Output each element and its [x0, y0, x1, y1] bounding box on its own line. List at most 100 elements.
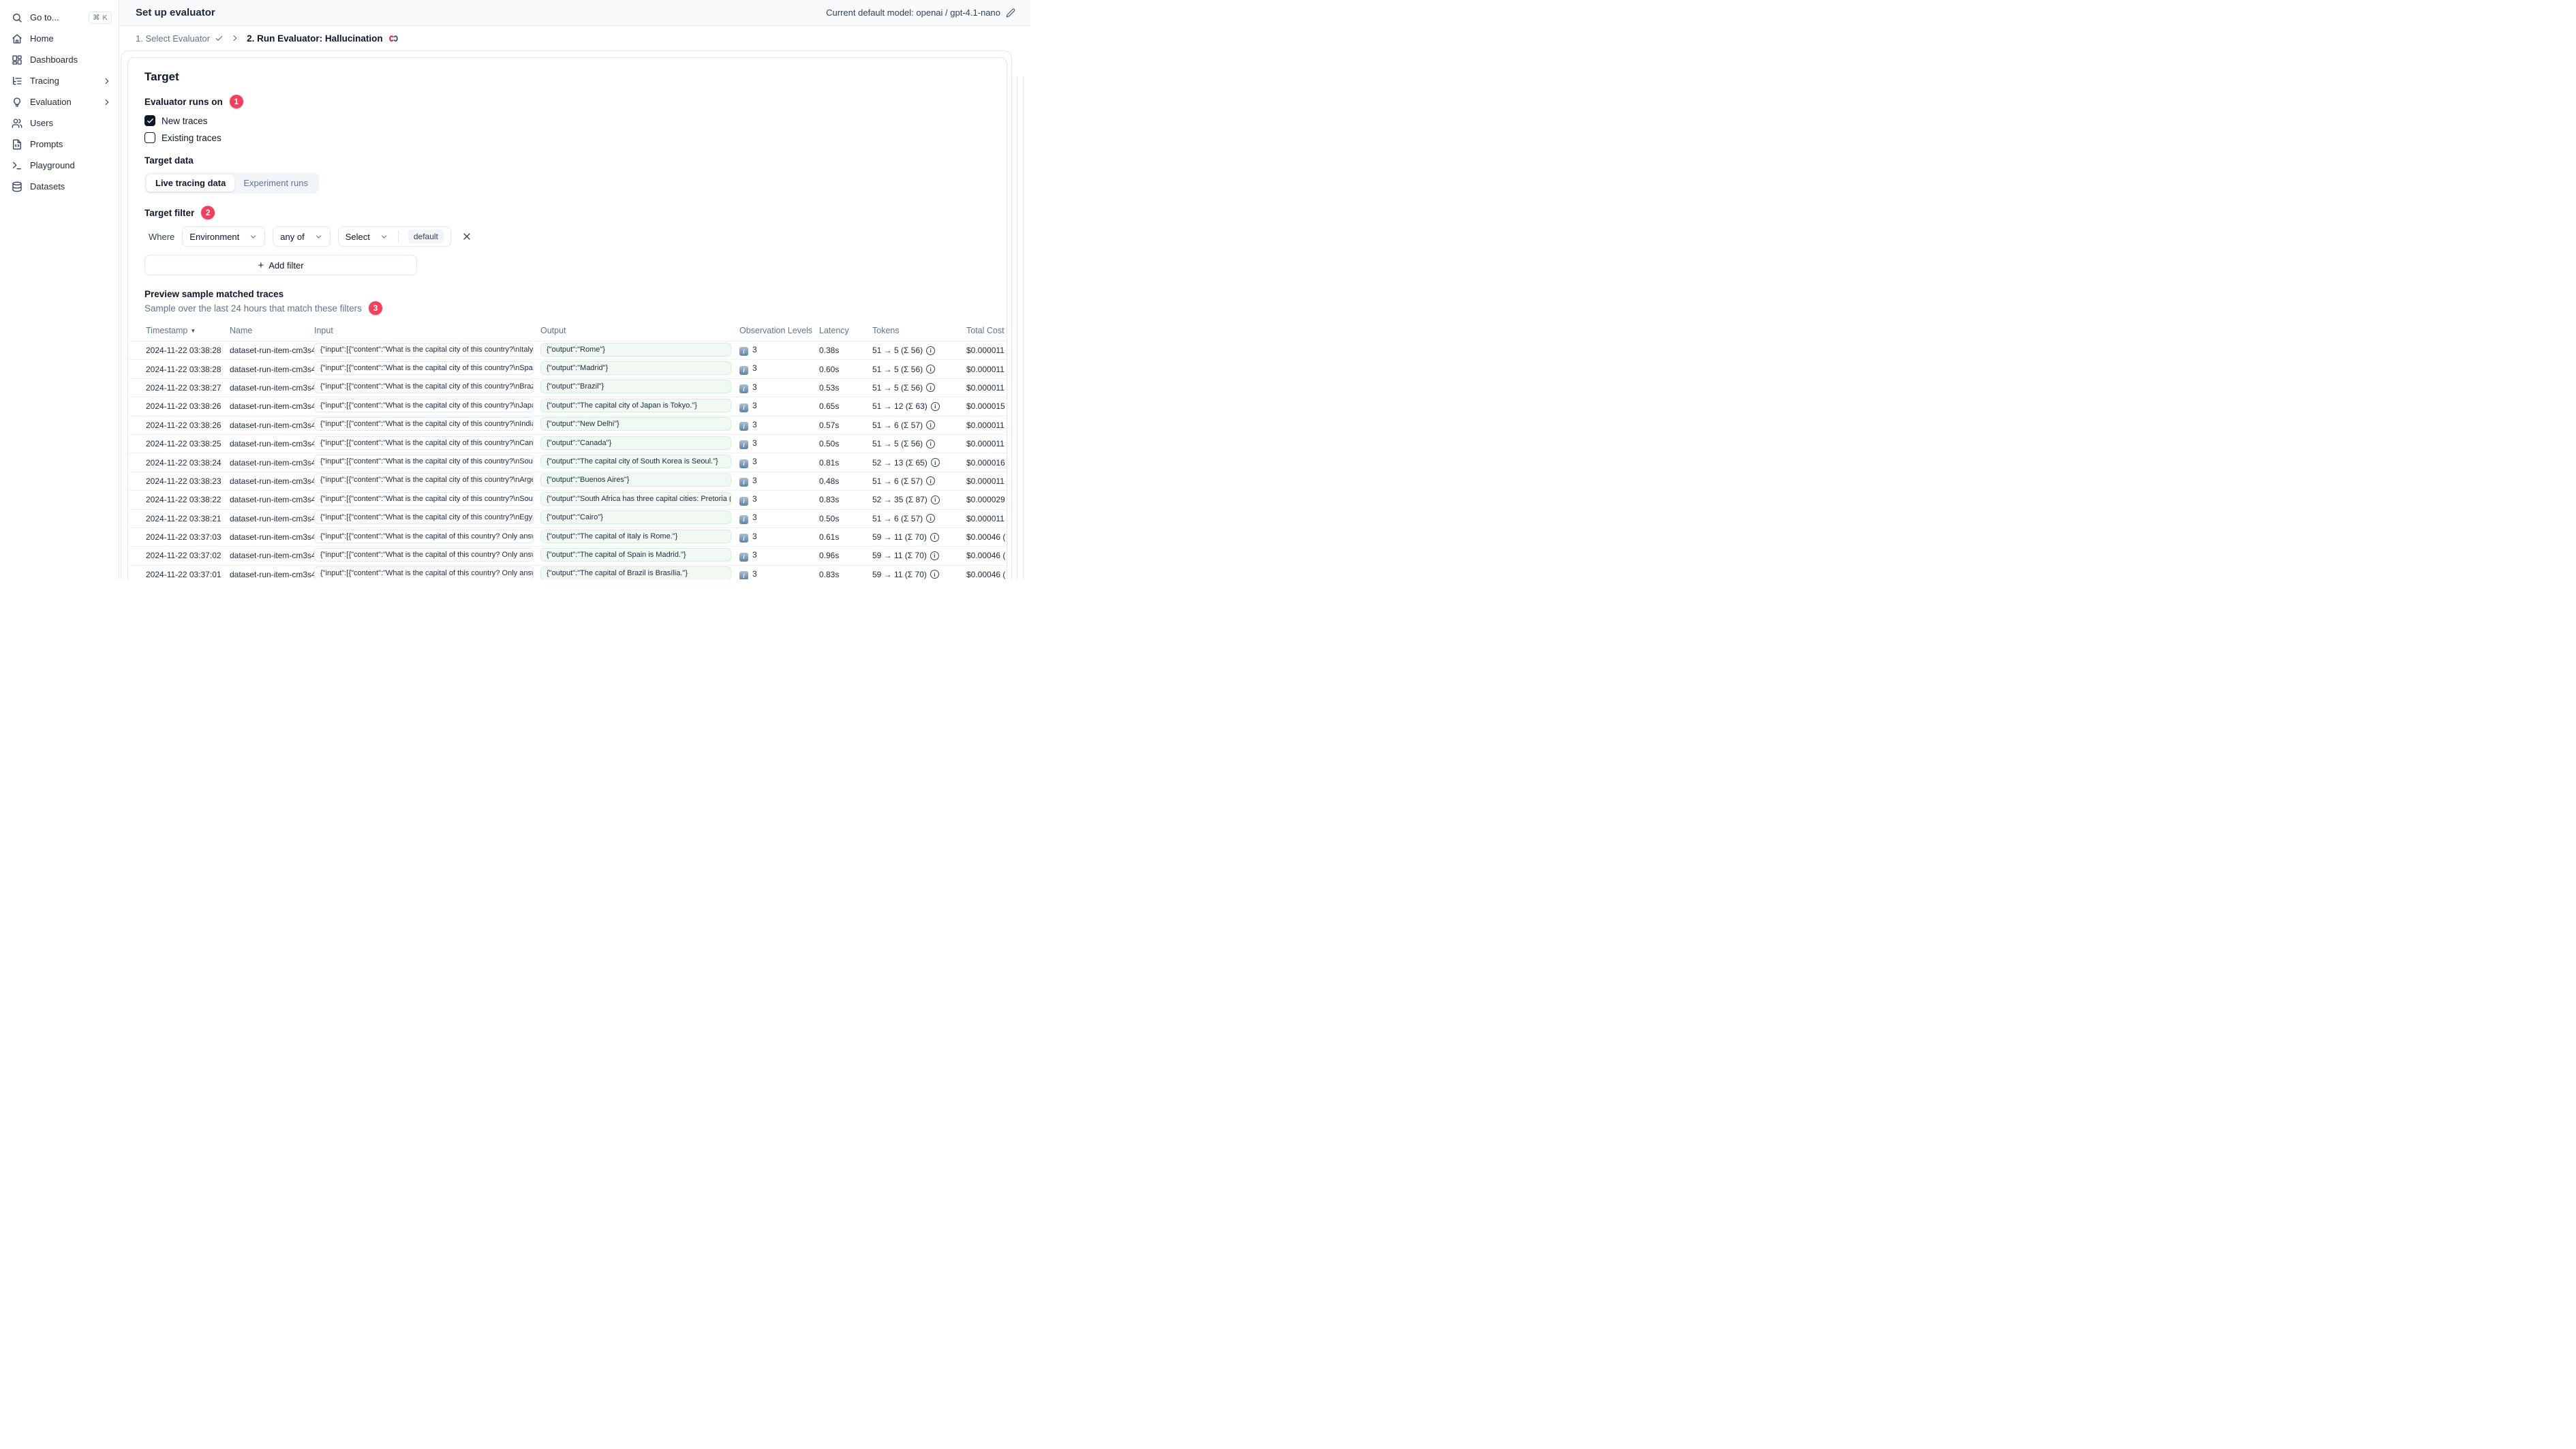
info-circle-icon[interactable]: i	[926, 346, 936, 355]
info-circle-icon[interactable]: i	[930, 495, 940, 504]
cell-latency: 0.83s	[819, 569, 840, 579]
checkbox-new-traces[interactable]: New traces	[144, 115, 990, 126]
sidebar-item-dashboards[interactable]: Dashboards	[0, 49, 119, 70]
cell-name: dataset-run-item-cm3s4	[230, 364, 314, 374]
cell-output-json[interactable]: {"output":"South Africa has three capita…	[540, 491, 731, 506]
cell-input-json[interactable]: {"input":[{"content":"What is the capita…	[314, 380, 534, 394]
info-circle-icon[interactable]: i	[926, 514, 936, 523]
tab-experiment-runs[interactable]: Experiment runs	[234, 174, 317, 192]
cell-input-json[interactable]: {"input":[{"content":"What is the capita…	[314, 473, 534, 487]
cell-input-json[interactable]: {"input":[{"content":"What is the capita…	[314, 417, 534, 431]
cell-name: dataset-run-item-cm3s4	[230, 569, 314, 579]
info-circle-icon[interactable]: i	[926, 439, 936, 448]
info-square-icon: i	[739, 496, 748, 506]
table-row[interactable]: 2024-11-22 03:37:01 dataset-run-item-cm3…	[128, 564, 1007, 579]
cell-output-json[interactable]: {"output":"Canada"}	[540, 436, 731, 450]
cell-input-json[interactable]: {"input":[{"content":"What is the capita…	[314, 398, 534, 412]
breadcrumb-step-1[interactable]: 1. Select Evaluator	[136, 33, 224, 44]
cell-tokens: 51 → 5 (Σ 56) i	[872, 383, 966, 393]
edit-pencil-icon[interactable]	[1006, 8, 1015, 18]
table-row[interactable]: 2024-11-22 03:38:28 dataset-run-item-cm3…	[128, 341, 1007, 359]
col-latency[interactable]: Latency	[819, 326, 872, 335]
info-circle-icon[interactable]: i	[930, 551, 939, 560]
cell-output-json[interactable]: {"output":"New Delhi"}	[540, 417, 731, 431]
col-name[interactable]: Name	[230, 326, 314, 335]
cell-latency: 0.50s	[819, 439, 840, 449]
cell-input-json[interactable]: {"input":[{"content":"What is the capita…	[314, 566, 534, 579]
info-circle-icon[interactable]: i	[930, 401, 940, 411]
checkbox-checked-icon[interactable]	[144, 115, 155, 126]
info-circle-icon[interactable]: i	[930, 458, 940, 468]
cell-name: dataset-run-item-cm3s4	[230, 346, 314, 356]
cell-total-cost: $0.000011 (	[966, 513, 1007, 523]
cell-input-json[interactable]: {"input":[{"content":"What is the capita…	[314, 455, 534, 469]
tab-live-tracing-data[interactable]: Live tracing data	[147, 174, 235, 192]
goto-search[interactable]: Go to... ⌘ K	[0, 7, 119, 28]
info-circle-icon[interactable]: i	[930, 570, 939, 579]
cell-output-json[interactable]: {"output":"The capital of Spain is Madri…	[540, 547, 731, 562]
cell-output-json[interactable]: {"output":"The capital of Brazil is Bras…	[540, 566, 731, 579]
col-total-cost[interactable]: Total Cost	[966, 326, 1007, 335]
cell-input-json[interactable]: {"input":[{"content":"What is the capita…	[314, 547, 534, 562]
checkbox-unchecked-icon[interactable]	[144, 132, 155, 143]
sidebar-item-home[interactable]: Home	[0, 28, 119, 49]
col-tokens[interactable]: Tokens	[872, 326, 966, 335]
col-timestamp[interactable]: Timestamp ▼	[146, 326, 230, 335]
sidebar-item-users[interactable]: Users	[0, 112, 119, 134]
col-observation-levels[interactable]: Observation Levels	[739, 326, 819, 335]
table-row[interactable]: 2024-11-22 03:38:23 dataset-run-item-cm3…	[128, 471, 1007, 490]
sidebar-item-datasets[interactable]: Datasets	[0, 176, 119, 197]
filter-value-select[interactable]: Select default	[337, 226, 451, 247]
cell-output-json[interactable]: {"output":"The capital city of South Kor…	[540, 455, 731, 469]
sidebar-item-tracing[interactable]: Tracing	[0, 70, 119, 91]
col-input[interactable]: Input	[314, 326, 540, 335]
table-row[interactable]: 2024-11-22 03:38:28 dataset-run-item-cm3…	[128, 359, 1007, 378]
table-row[interactable]: 2024-11-22 03:37:02 dataset-run-item-cm3…	[128, 546, 1007, 564]
cell-input-json[interactable]: {"input":[{"content":"What is the capita…	[314, 361, 534, 376]
table-row[interactable]: 2024-11-22 03:38:27 dataset-run-item-cm3…	[128, 378, 1007, 397]
cell-total-cost: $0.00046 (	[966, 569, 1006, 579]
checkbox-existing-traces[interactable]: Existing traces	[144, 132, 990, 143]
sidebar-item-playground[interactable]: Playground	[0, 155, 119, 176]
table-row[interactable]: 2024-11-22 03:37:03 dataset-run-item-cm3…	[128, 527, 1007, 546]
cell-input-json[interactable]: {"input":[{"content":"What is the capita…	[314, 342, 534, 356]
datasets-icon	[12, 181, 22, 192]
cell-output-json[interactable]: {"output":"Madrid"}	[540, 361, 731, 376]
cell-input-json[interactable]: {"input":[{"content":"What is the capita…	[314, 510, 534, 525]
vertical-scrollbar[interactable]	[1017, 76, 1024, 579]
table-row[interactable]: 2024-11-22 03:38:22 dataset-run-item-cm3…	[128, 490, 1007, 508]
info-circle-icon[interactable]: i	[926, 421, 936, 430]
table-row[interactable]: 2024-11-22 03:38:24 dataset-run-item-cm3…	[128, 453, 1007, 471]
info-circle-icon[interactable]: i	[926, 383, 936, 393]
cell-tokens: 51 → 5 (Σ 56) i	[872, 346, 966, 355]
sidebar-item-evaluation[interactable]: Evaluation	[0, 91, 119, 112]
cell-latency: 0.61s	[819, 532, 840, 543]
cell-timestamp: 2024-11-22 03:38:25	[146, 439, 221, 449]
cell-output-json[interactable]: {"output":"Buenos Aires"}	[540, 473, 731, 487]
cell-output-json[interactable]: {"output":"The capital of Italy is Rome.…	[540, 529, 731, 543]
cell-output-json[interactable]: {"output":"Rome"}	[540, 342, 731, 356]
cell-output-json[interactable]: {"output":"Cairo"}	[540, 510, 731, 525]
add-filter-button[interactable]: + Add filter	[144, 255, 417, 275]
filter-column-select[interactable]: Environment	[182, 226, 266, 247]
info-circle-icon[interactable]: i	[926, 476, 936, 486]
table-row[interactable]: 2024-11-22 03:38:26 dataset-run-item-cm3…	[128, 415, 1007, 434]
cell-output-json[interactable]: {"output":"The capital city of Japan is …	[540, 398, 731, 412]
cell-input-json[interactable]: {"input":[{"content":"What is the capita…	[314, 491, 534, 506]
filter-operator-select[interactable]: any of	[273, 226, 331, 247]
col-output[interactable]: Output	[540, 326, 739, 335]
info-circle-icon[interactable]: i	[930, 532, 939, 542]
info-square-icon: i	[739, 552, 748, 562]
table-row[interactable]: 2024-11-22 03:38:26 dataset-run-item-cm3…	[128, 397, 1007, 415]
info-square-icon: i	[739, 365, 748, 375]
info-circle-icon[interactable]: i	[926, 365, 936, 374]
table-row[interactable]: 2024-11-22 03:38:25 dataset-run-item-cm3…	[128, 433, 1007, 453]
sidebar-item-prompts[interactable]: Prompts	[0, 134, 119, 155]
cell-latency: 0.57s	[819, 420, 840, 430]
cell-input-json[interactable]: {"input":[{"content":"What is the capita…	[314, 436, 534, 450]
cell-input-json[interactable]: {"input":[{"content":"What is the capita…	[314, 529, 534, 543]
table-row[interactable]: 2024-11-22 03:38:21 dataset-run-item-cm3…	[128, 508, 1007, 528]
remove-filter-button[interactable]	[461, 231, 472, 242]
cell-output-json[interactable]: {"output":"Brazil"}	[540, 380, 731, 394]
chevron-right-icon	[230, 33, 240, 43]
